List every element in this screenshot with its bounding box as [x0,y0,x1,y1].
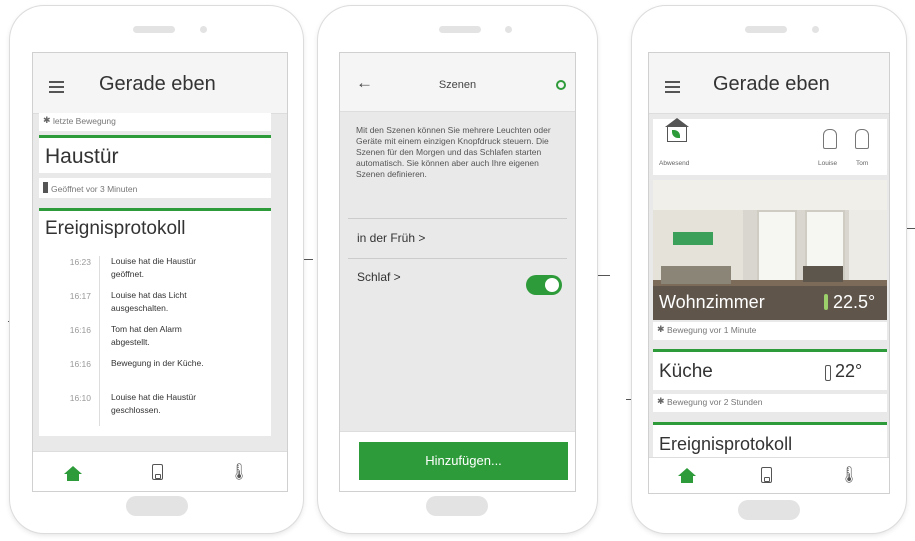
device-icon[interactable] [761,467,772,483]
living-room-card[interactable]: Wohnzimmer 22.5° [653,180,887,320]
home-mode-icon[interactable] [667,127,687,142]
home-button[interactable] [426,496,488,516]
presence-card: Abwesend Louise Tom [653,118,887,175]
user-icon [823,129,837,149]
status-ring-icon [556,80,566,90]
scenes-description: Mit den Szenen können Sie mehrere Leucht… [356,125,551,179]
phone-szenen: ← Szenen Mit den Szenen können Sie mehre… [318,6,597,533]
user1-label: Louise [818,160,838,167]
scene-sleep[interactable]: Schlaf > [357,270,401,284]
bottom-nav: 🌡︎ [649,457,889,493]
door-status: Geöffnet vor 3 Minuten [51,184,138,194]
app-bar: Gerade eben [33,53,287,114]
timeline-line [99,256,100,426]
home-icon[interactable] [678,468,696,483]
camera [200,26,207,33]
add-button-area: Hinzufügen... [340,431,575,491]
door-icon [43,182,48,193]
screen: Gerade eben Abwesend Louise Tom Wohnzimm… [648,52,890,494]
page-title: Gerade eben [713,73,830,95]
living-room-motion: ✱ Bewegung vor 1 Minute [653,322,887,340]
room2-temp: 22° [835,361,863,381]
motion-card: ✱ letzte Bewegung [39,113,271,131]
phone-dashboard: Gerade eben Abwesend Louise Tom Wohnzimm… [632,6,906,533]
bottom-nav: 🌡︎ [33,451,287,491]
divider [348,258,567,259]
screen: Gerade eben ✱ letzte Bewegung Haustür Ge… [32,52,288,492]
door-title: Haustür [45,145,119,168]
home-icon[interactable] [64,466,82,481]
app-bar: Gerade eben [649,53,889,114]
camera [505,26,512,33]
room2-name: Küche [659,361,713,382]
room1-temp: 22.5° [833,292,876,312]
motion-icon: ✱ [657,324,665,334]
device-icon[interactable] [152,464,163,480]
thermometer-icon [825,365,831,381]
thermometer-icon[interactable]: 🌡︎ [839,465,859,485]
sleep-toggle[interactable] [526,275,562,295]
menu-icon[interactable] [665,81,680,96]
app-bar: ← Szenen [340,53,575,112]
log-title: Ereignisprotokoll [45,218,186,239]
kitchen-card[interactable]: Küche 22° [653,352,887,390]
room1-name: Wohnzimmer [659,292,765,312]
speaker [133,26,175,33]
home-button[interactable] [738,500,800,520]
motion-icon: ✱ [657,396,665,406]
motion-icon: ✱ [43,115,51,125]
home-button[interactable] [126,496,188,516]
thermometer-icon[interactable]: 🌡︎ [229,462,249,482]
mode-label: Abwesend [659,160,690,167]
user-icon [855,129,869,149]
event-log-card: Ereignisprotokoll 16:23 Louise hat die H… [39,211,271,436]
divider [348,218,567,219]
scene-morning[interactable]: in der Früh > [357,231,425,245]
screen: ← Szenen Mit den Szenen können Sie mehre… [339,52,576,492]
room1-motion: Bewegung vor 1 Minute [667,325,757,335]
phone-ereignisprotokoll: Gerade eben ✱ letzte Bewegung Haustür Ge… [10,6,303,533]
kitchen-motion: ✱ Bewegung vor 2 Stunden [653,394,887,412]
camera [812,26,819,33]
leaf-icon [672,130,680,138]
room2-motion: Bewegung vor 2 Stunden [667,397,763,407]
page-title: Szenen [438,79,477,91]
log-title: Ereignisprotokoll [659,434,793,454]
door-status-card: Geöffnet vor 3 Minuten [39,178,271,198]
roof-line [665,118,689,127]
speaker [439,26,481,33]
thermometer-icon [824,294,828,310]
last-motion-label: letzte Bewegung [53,116,116,126]
speaker [745,26,787,33]
add-scene-button[interactable]: Hinzufügen... [359,442,568,480]
user2-label: Tom [856,160,869,167]
menu-icon[interactable] [49,81,64,96]
page-title: Gerade eben [99,73,216,95]
door-card[interactable]: Haustür [39,138,271,173]
toggle-knob [545,278,559,292]
